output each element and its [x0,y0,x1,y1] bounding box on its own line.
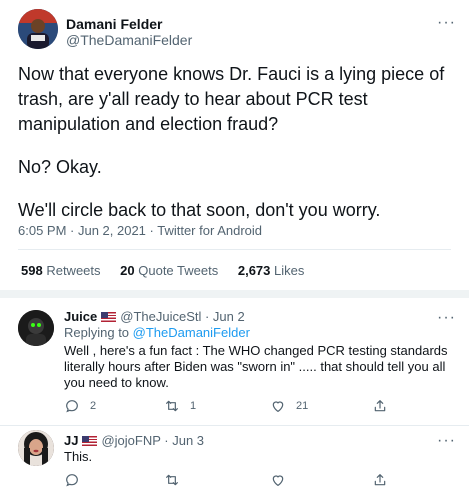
retweet-button[interactable]: 1 [164,397,196,415]
replying-mention-link[interactable]: @TheDamaniFelder [133,325,250,340]
reply-text: Well , here's a fun fact : The WHO chang… [64,343,448,390]
tweet-paragraph: No? Okay. [18,157,102,177]
us-flag-icon [101,312,117,322]
reply-text: This. [64,449,93,464]
retweet-icon [166,474,178,486]
retweet-count: 1 [190,400,197,412]
reply-button[interactable]: 2 [64,397,96,415]
us-flag-icon [82,436,98,446]
likes-count: 2,673 [237,263,271,278]
heart-icon [272,401,284,412]
avatar-photo-icon [18,9,58,49]
reply-author-handle[interactable]: @jojoFNP · Jun 3 [101,433,204,448]
avatar-photo-icon [18,430,54,466]
retweet-icon [166,400,178,412]
retweet-button[interactable] [164,471,190,489]
like-button[interactable]: 21 [270,397,308,415]
reply-actions: 2 1 21 [64,397,404,415]
reply-button[interactable] [64,471,90,489]
reply-avatar[interactable] [18,310,54,346]
likes-label: Likes [274,263,305,278]
more-options-icon[interactable]: ··· [437,310,456,326]
share-button[interactable] [372,397,398,415]
divider [18,249,451,250]
reply-actions [64,471,404,489]
author-name[interactable]: Damani Felder [66,16,162,32]
tweet-paragraph: Now that everyone knows Dr. Fauci is a l… [18,64,445,134]
tweet-paragraph: We'll circle back to that soon, don't yo… [18,200,381,220]
tweet-timestamp[interactable]: 6:05 PM · Jun 2, 2021 · Twitter for Andr… [18,223,262,238]
author-handle[interactable]: @TheDamaniFelder [66,32,192,48]
likes-stat[interactable]: 2,673 Likes [238,263,305,278]
tweet-text: Now that everyone knows Dr. Fauci is a l… [18,62,458,241]
share-icon [374,400,386,412]
reply-avatar[interactable] [18,430,54,466]
main-tweet: Damani Felder @TheDamaniFelder ··· Now t… [0,0,469,290]
like-button[interactable] [270,471,296,489]
retweets-label: Retweets [46,263,101,278]
share-icon [374,474,386,486]
tweet-stats: 598 Retweets 20 Quote Tweets 2,673 Likes [21,263,320,278]
quotes-label: Quote Tweets [138,263,219,278]
quotes-stat[interactable]: 20 Quote Tweets [120,263,218,278]
reply-author-name[interactable]: JJ [64,433,78,448]
section-separator [0,290,469,298]
quotes-count: 20 [120,263,135,278]
more-options-icon[interactable]: ··· [437,433,456,449]
replying-prefix: Replying to [64,325,133,340]
avatar-photo-icon [18,310,54,346]
comment-icon [66,400,78,413]
reply-author: Juice @TheJuiceStl · Jun 2 [64,309,245,324]
reply-tweet[interactable]: JJ @jojoFNP · Jun 3 ··· This. [0,426,469,500]
reply-author-name[interactable]: Juice [64,309,97,324]
retweets-stat[interactable]: 598 Retweets [21,263,101,278]
heart-icon [272,475,284,486]
reply-count: 2 [90,400,97,412]
more-options-icon[interactable]: ··· [437,15,456,31]
share-button[interactable] [372,471,398,489]
author-avatar[interactable] [18,9,58,49]
retweets-count: 598 [21,263,43,278]
reply-author-handle[interactable]: @TheJuiceStl · Jun 2 [120,309,244,324]
reply-tweet[interactable]: Juice @TheJuiceStl · Jun 2 ··· Replying t… [0,298,469,426]
reply-author: JJ @jojoFNP · Jun 3 [64,433,204,448]
replying-to: Replying to @TheDamaniFelder [64,325,250,340]
like-count: 21 [296,400,309,412]
comment-icon [66,474,78,487]
